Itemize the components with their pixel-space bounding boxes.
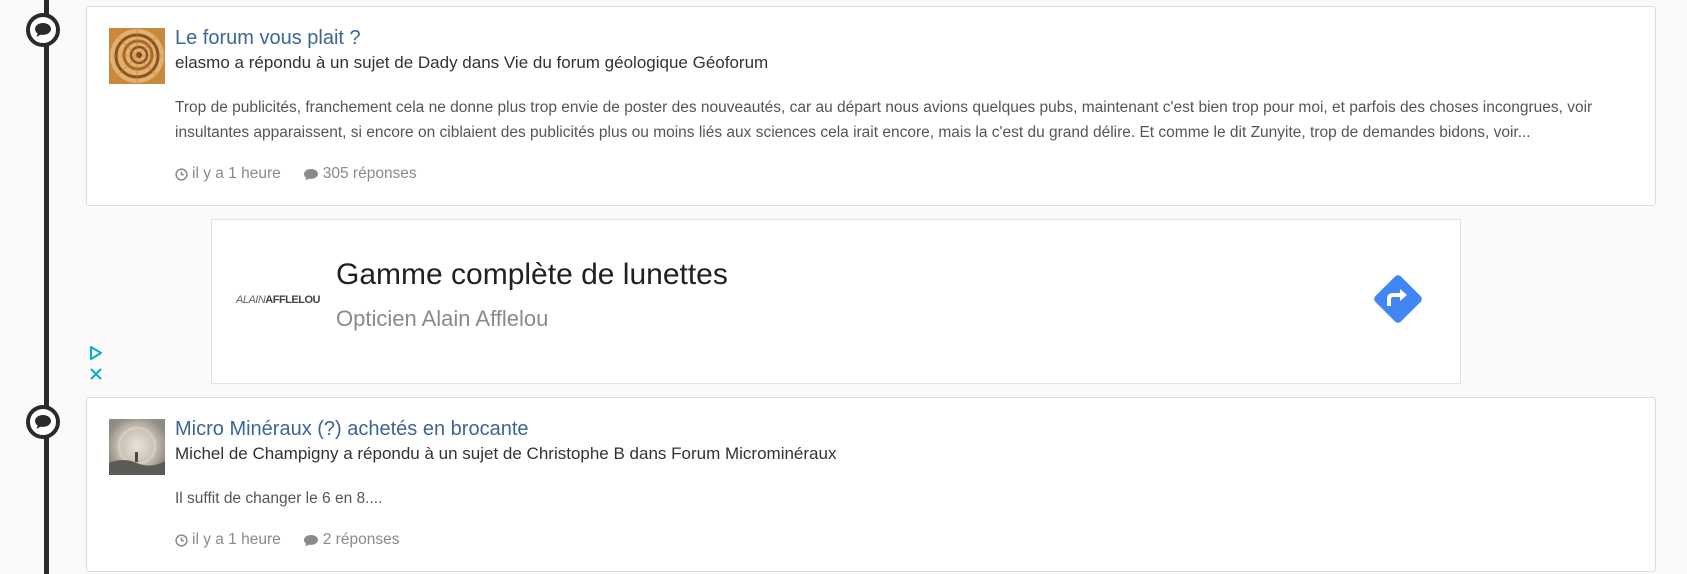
post-time-label: il y a 1 heure [192,531,281,548]
activity-item: Le forum vous plait ? elasmo a répondu à… [86,6,1656,206]
comment-icon [303,534,318,546]
post-excerpt: Il suffit de changer le 6 en 8.... [175,490,383,507]
ad-advertiser-name: Opticien Alain Afflelou [336,306,549,331]
advertiser-logo-part1: ALAIN [236,294,266,306]
post-time-label: il y a 1 heure [192,165,281,182]
avatar[interactable] [109,419,165,475]
comment-bubble-icon [35,23,51,37]
advertiser-logo: ALAINAFFLELOU [236,294,320,306]
topic-title-link[interactable]: Le forum vous plait ? [175,27,361,50]
adchoices[interactable] [88,345,104,385]
post-time: il y a 1 heure [175,531,281,549]
post-replies[interactable]: 2 réponses [303,531,400,549]
timeline-marker [26,405,60,439]
ad-cta-button[interactable] [1369,270,1427,328]
clock-icon [175,533,188,547]
timeline-marker [26,13,60,47]
post-replies[interactable]: 305 réponses [303,165,417,183]
advertisement[interactable]: ALAINAFFLELOU Gamme complète de lunettes… [211,219,1461,384]
post-replies-label: 2 réponses [322,531,400,548]
advertiser-logo-part2: AFFLELOU [265,294,320,306]
post-excerpt: Trop de publicités, franchement cela ne … [175,99,1593,141]
avatar[interactable] [109,28,165,84]
post-meta: il y a 1 heure 305 réponses [175,165,417,183]
ad-headline[interactable]: Gamme complète de lunettes [336,258,728,292]
topic-title-link[interactable]: Micro Minéraux (?) achetés en brocante [175,418,529,441]
activity-item: Micro Minéraux (?) achetés en brocante M… [86,397,1656,572]
adchoices-play-icon[interactable] [90,346,102,360]
activity-timeline-line [44,0,49,574]
post-replies-label: 305 réponses [322,165,417,182]
clock-icon [175,167,188,181]
post-time: il y a 1 heure [175,165,281,183]
comment-icon [303,168,318,180]
activity-description: elasmo a répondu à un sujet de Dady dans… [175,53,769,72]
directions-arrow-icon [1374,275,1422,323]
activity-description: Michel de Champigny a répondu à un sujet… [175,444,837,463]
ad-close-icon[interactable] [90,368,102,380]
comment-bubble-icon [35,415,51,429]
post-meta: il y a 1 heure 2 réponses [175,531,399,549]
